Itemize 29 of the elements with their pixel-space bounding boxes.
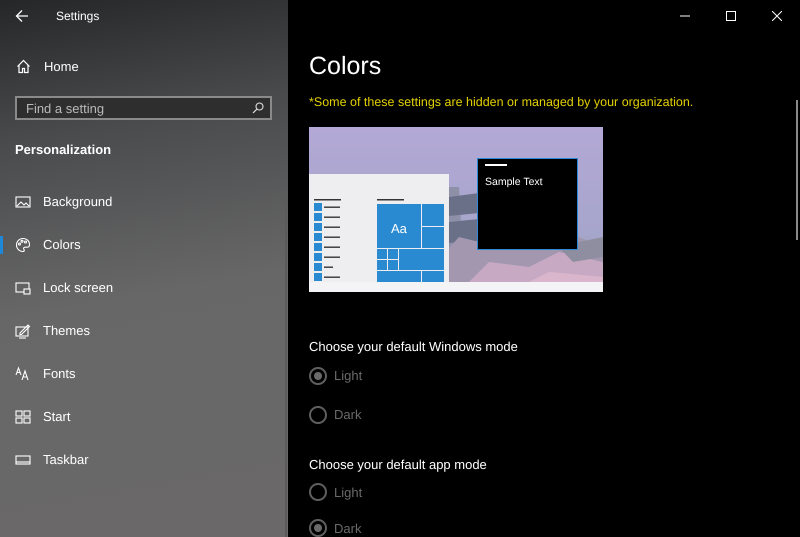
lock-screen-icon: [15, 280, 31, 296]
themes-icon: [15, 322, 31, 338]
fonts-icon: [15, 366, 31, 382]
nav-item[interactable]: Background: [0, 180, 288, 223]
image-icon: [15, 194, 31, 210]
nav-item[interactable]: Themes: [0, 309, 288, 352]
group-heading: Choose your default Windows mode: [309, 338, 519, 356]
notice-text: *Some of these settings are hidden or managed by your organization.: [309, 94, 694, 111]
nav-item[interactable]: Colors: [0, 223, 288, 266]
sample-text: Sample Text: [485, 176, 544, 188]
group-heading: Choose your default app mode: [309, 456, 488, 474]
close-icon[interactable]: [772, 11, 782, 21]
nav-item[interactable]: Fonts: [0, 352, 288, 395]
nav-item[interactable]: Lock screen: [0, 266, 288, 309]
nav-item[interactable]: Start: [0, 395, 288, 438]
palette-icon: [15, 236, 31, 252]
maximize-icon[interactable]: [726, 11, 736, 21]
tile-label: Aa: [391, 221, 407, 236]
tiles-icon: [15, 408, 31, 424]
back-button[interactable]: [15, 9, 29, 23]
scrollbar-thumb[interactable]: [796, 100, 798, 240]
window-title: Settings: [56, 9, 100, 23]
nav-item[interactable]: Taskbar: [0, 438, 288, 481]
section-heading: Personalization: [15, 141, 112, 159]
search-icon[interactable]: [252, 102, 264, 114]
home-link[interactable]: Home: [0, 46, 288, 86]
search-field[interactable]: Find a setting: [15, 96, 272, 120]
home-icon: [16, 58, 31, 74]
page-title: Colors: [309, 51, 382, 82]
